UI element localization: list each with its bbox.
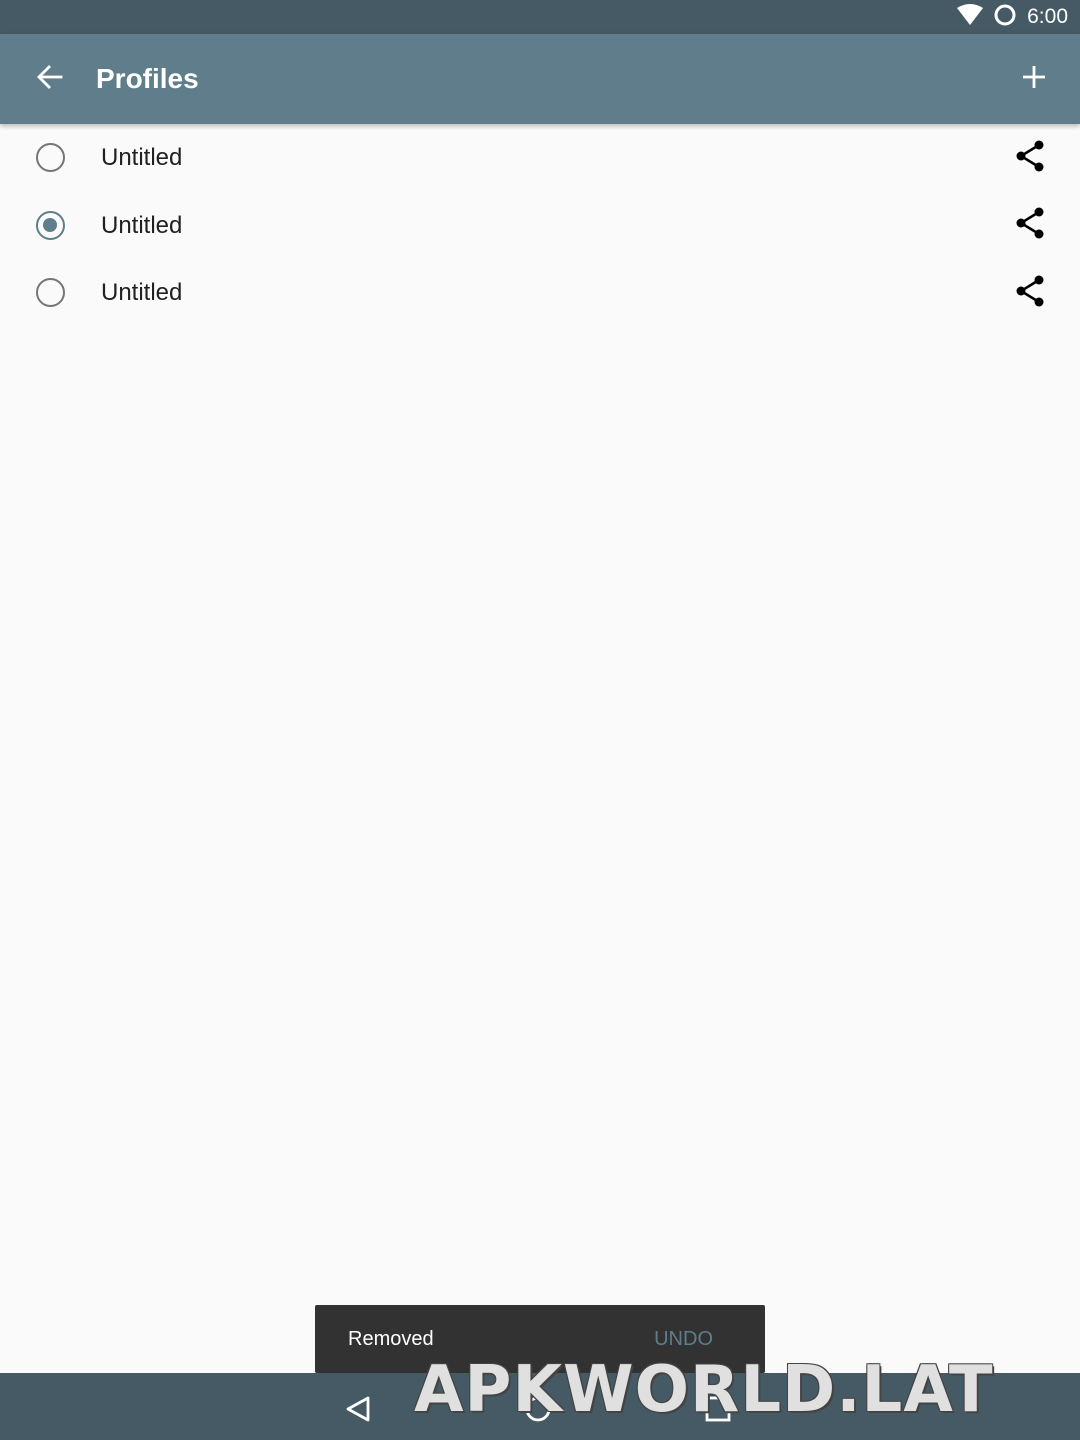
snackbar-message: Removed — [348, 1327, 434, 1350]
share-icon — [1015, 207, 1045, 244]
status-bar: 6:00 — [0, 0, 1080, 34]
profile-row[interactable]: Untitled — [0, 259, 1080, 327]
status-time: 6:00 — [1027, 5, 1068, 28]
share-button[interactable] — [1012, 140, 1048, 176]
share-icon — [1015, 275, 1045, 312]
profile-list: Untitled Untitled Untitled — [0, 124, 1080, 327]
share-button[interactable] — [1012, 275, 1048, 311]
share-button[interactable] — [1012, 207, 1048, 244]
wifi-icon — [957, 3, 984, 31]
page-title: Profiles — [96, 63, 199, 94]
app-bar: Profiles — [0, 34, 1080, 124]
watermark-text: APKWORLD.LAT — [414, 1353, 994, 1427]
profile-name: Untitled — [101, 279, 183, 306]
profile-row[interactable]: Untitled — [0, 192, 1080, 260]
profile-name: Untitled — [101, 211, 183, 239]
profile-radio[interactable] — [36, 278, 65, 307]
profile-name: Untitled — [101, 144, 183, 171]
add-profile-button[interactable] — [1010, 55, 1058, 103]
sync-circle-icon — [993, 3, 1017, 32]
nav-back-icon[interactable] — [340, 1391, 376, 1427]
arrow-back-icon — [36, 63, 64, 96]
profile-row[interactable]: Untitled — [0, 124, 1080, 192]
undo-button[interactable]: UNDO — [654, 1328, 713, 1351]
back-button[interactable] — [24, 55, 76, 103]
share-icon — [1015, 140, 1045, 177]
plus-icon — [1021, 64, 1047, 95]
profile-radio[interactable] — [36, 143, 65, 172]
profile-radio-selected[interactable] — [36, 210, 65, 240]
